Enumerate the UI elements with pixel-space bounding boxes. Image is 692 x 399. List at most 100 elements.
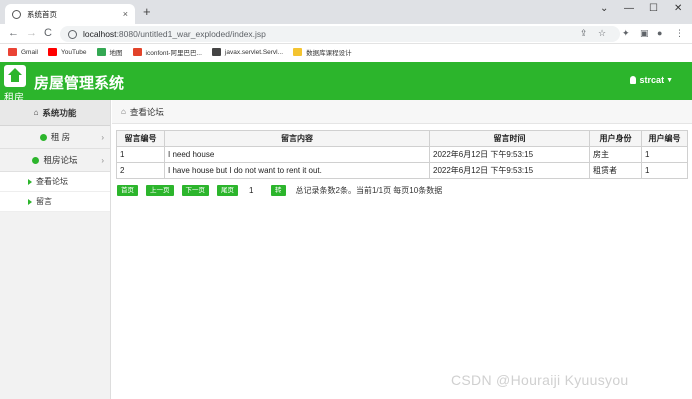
url-text: localhost:8080/untitled1_war_exploded/in… [83, 29, 266, 39]
gmail-icon [8, 48, 17, 56]
user-menu[interactable]: strcat ▼ [629, 75, 673, 85]
back-button[interactable]: ← [8, 27, 19, 40]
table-cell: 2 [116, 162, 165, 179]
column-header: 留言编号 [116, 130, 165, 147]
table-cell: 1 [641, 146, 688, 163]
bookmark-label: Gmail [21, 48, 38, 56]
column-header: 用户身份 [589, 130, 642, 147]
bookmarks-bar: Gmail YouTube 地图 iconfont-阿里巴巴... javax.… [0, 44, 692, 60]
last-page-button[interactable]: 尾页 [217, 185, 238, 196]
chevron-right-icon: › [101, 132, 104, 142]
bookmark-gmail[interactable]: Gmail [8, 48, 38, 56]
breadcrumb-label: 查看论坛 [129, 106, 164, 117]
go-page-button[interactable]: 转 [271, 185, 286, 196]
forward-button[interactable]: → [26, 27, 37, 40]
first-page-button[interactable]: 首页 [117, 185, 138, 196]
pagination: 首页 上一页 下一页 尾页 1 转 总记录条数2条。当前1/1页 每页10条数据 [117, 185, 442, 196]
minimize-button[interactable]: — [624, 3, 634, 14]
maps-icon [96, 48, 106, 56]
sidebar-item-forum[interactable]: 租房论坛 › [0, 149, 110, 172]
sidebar-subitem-message[interactable]: 留言 [0, 192, 110, 212]
chevron-right-icon: › [101, 155, 104, 165]
sidebar-item-label: 租房论坛 [43, 155, 78, 165]
bookmark-youtube[interactable]: YouTube [47, 48, 87, 56]
table-row: 1 I need house 2022年6月12日 下午9:53:15 房主 1 [116, 146, 688, 163]
window-close-button[interactable]: ✕ [674, 3, 682, 14]
watermark: CSDN @Houraiji Kyuusyou [451, 372, 629, 388]
column-header: 用户编号 [641, 130, 688, 147]
sidebar-subitem-label: 查看论坛 [36, 177, 68, 186]
share-icon[interactable]: ⇪ [580, 28, 588, 39]
side-panel-icon[interactable]: ▣ [640, 28, 649, 39]
youtube-icon [47, 48, 57, 56]
bookmark-label: 数据库课程设计 [306, 50, 352, 57]
tab-title: 系统首页 [27, 9, 57, 19]
app-header: 租房 房屋管理系统 strcat ▼ [0, 62, 692, 104]
bookmark-maps[interactable]: 地图 [96, 47, 123, 57]
app-title: 房屋管理系统 [34, 75, 125, 92]
bookmark-label: iconfont-阿里巴巴... [145, 50, 202, 57]
table-header-row: 留言编号 留言内容 留言时间 用户身份 用户编号 [116, 130, 688, 147]
chevron-down-icon[interactable]: ⌄ [600, 3, 608, 14]
table-cell: 1 [116, 146, 165, 163]
triangle-right-icon [28, 198, 32, 205]
column-header: 留言时间 [429, 130, 590, 147]
table-cell: 租赁者 [589, 162, 642, 179]
browser-tab-bar: 系统首页 × + ⌄ — ☐ ✕ [0, 0, 692, 24]
sidebar-header-label: 系统功能 [42, 107, 77, 118]
extensions-icon[interactable]: ✦ [622, 28, 630, 39]
breadcrumb: ⌂ 查看论坛 [112, 100, 692, 124]
home-icon: ⌂ [33, 108, 39, 117]
table-cell: I need house [164, 146, 430, 163]
new-tab-button[interactable]: + [143, 5, 151, 19]
next-page-button[interactable]: 下一页 [181, 185, 209, 196]
maximize-button[interactable]: ☐ [649, 3, 658, 14]
browser-tab[interactable]: 系统首页 × [5, 4, 135, 24]
caret-down-icon: ▼ [666, 76, 673, 84]
bookmark-db-course[interactable]: 数据库课程设计 [293, 47, 352, 57]
bookmark-star-icon[interactable]: ☆ [598, 28, 606, 39]
table-cell: 房主 [589, 146, 642, 163]
url-host: localhost [83, 29, 117, 39]
table-cell: 2022年6月12日 下午9:53:15 [429, 146, 590, 163]
bookmark-javax[interactable]: javax.servlet.Servl... [211, 48, 284, 56]
bookmark-label: javax.servlet.Servl... [224, 48, 284, 56]
menu-icon[interactable]: ⋮ [675, 28, 684, 39]
url-input[interactable]: localhost:8080/untitled1_war_exploded/in… [60, 26, 620, 42]
sidebar: ⌂ 系统功能 租 房 › 租房论坛 › 查看论坛 留言 [0, 100, 111, 399]
tab-close-icon[interactable]: × [123, 9, 128, 19]
table-cell: I have house but I do not want to rent i… [164, 162, 430, 179]
house-logo-icon[interactable] [4, 65, 26, 87]
site-info-icon[interactable] [68, 29, 77, 39]
sidebar-header: ⌂ 系统功能 [0, 100, 110, 126]
folder-icon [293, 48, 303, 56]
home-icon: ⌂ [121, 107, 126, 116]
table-row: 2 I have house but I do not want to rent… [116, 162, 688, 179]
forum-table: 留言编号 留言内容 留言时间 用户身份 用户编号 1 I need house … [116, 130, 688, 179]
user-name: strcat [639, 75, 665, 85]
bookmark-iconfont[interactable]: iconfont-阿里巴巴... [132, 47, 202, 57]
table-cell: 2022年6月12日 下午9:53:15 [429, 162, 590, 179]
page-number-input[interactable]: 1 [246, 185, 268, 196]
sidebar-subitem-view-forum[interactable]: 查看论坛 [0, 172, 110, 192]
sidebar-item-label: 租 房 [50, 132, 71, 142]
user-icon [629, 76, 636, 84]
bookmark-label: 地图 [109, 50, 123, 57]
url-path: :8080/untitled1_war_exploded/index.jsp [116, 29, 266, 39]
prev-page-button[interactable]: 上一页 [146, 185, 174, 196]
pagination-info: 总记录条数2条。当前1/1页 每页10条数据 [295, 186, 443, 195]
reload-button[interactable]: C [44, 27, 52, 40]
globe-icon [12, 9, 21, 19]
main-content: ⌂ 查看论坛 留言编号 留言内容 留言时间 用户身份 用户编号 1 I need… [112, 100, 692, 399]
iconfont-icon [132, 48, 142, 56]
triangle-right-icon [28, 178, 32, 185]
info-icon [32, 156, 40, 164]
table-cell: 1 [641, 162, 688, 179]
sidebar-subitem-label: 留言 [36, 197, 52, 206]
address-bar: ← → C localhost:8080/untitled1_war_explo… [0, 24, 692, 44]
bookmark-label: YouTube [60, 48, 87, 56]
column-header: 留言内容 [164, 130, 430, 147]
profile-icon[interactable]: ● [657, 28, 662, 38]
info-icon [39, 133, 47, 141]
sidebar-item-rent[interactable]: 租 房 › [0, 126, 110, 149]
